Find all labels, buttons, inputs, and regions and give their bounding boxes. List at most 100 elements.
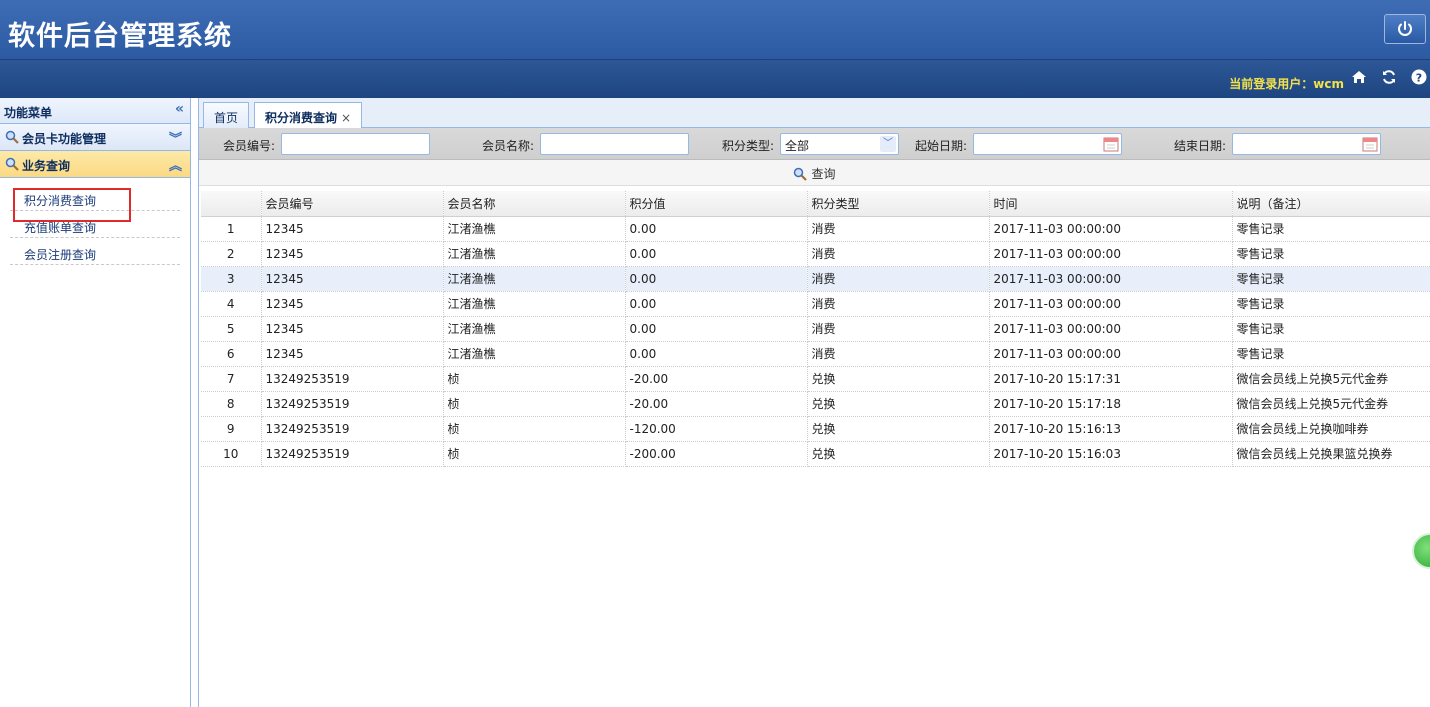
home-button[interactable] xyxy=(1350,68,1368,86)
row-number: 8 xyxy=(201,391,262,417)
start-date-label: 起始日期: xyxy=(915,139,968,153)
table-row[interactable]: 1 12345 江渚渔樵 0.00 消费 2017-11-03 00:00:00 零售记录 xyxy=(201,216,1430,242)
table-row[interactable]: 7 13249253519 桢 -20.00 兑换 2017-10-20 15:17:31… xyxy=(201,366,1430,392)
search-icon xyxy=(5,130,19,144)
sidebar: 功能菜单 « 会员卡功能管理 ︾ 业务查询 ︽ 积分消费查询 充值账单查询 会员… xyxy=(0,98,191,707)
chevron-down-icon: ﹀ xyxy=(880,136,896,152)
table-cell: 消费 xyxy=(807,341,990,367)
table-cell: 桢 xyxy=(443,441,626,467)
tab-points-consumption-query[interactable]: 积分消费查询 × xyxy=(254,102,363,129)
table-cell: 2017-10-20 15:16:03 xyxy=(989,441,1233,467)
table-cell: 2017-11-03 00:00:00 xyxy=(989,266,1233,292)
table-cell: 2017-10-20 15:17:18 xyxy=(989,391,1233,417)
row-number: 10 xyxy=(201,441,262,467)
row-number: 1 xyxy=(201,216,262,242)
table-cell: 微信会员线上兑换果篮兑换券 xyxy=(1232,441,1430,467)
sidebar-item-points-consumption-query[interactable]: 积分消费查询 xyxy=(10,184,180,222)
calendar-icon[interactable] xyxy=(1103,136,1119,152)
table-row[interactable]: 4 12345 江渚渔樵 0.00 消费 2017-11-03 00:00:00 零售记录 xyxy=(201,291,1430,317)
sidebar-item-member-registration-query[interactable]: 会员注册查询 xyxy=(10,238,180,265)
table-cell: 0.00 xyxy=(625,316,808,342)
table-cell: 零售记录 xyxy=(1232,266,1430,292)
table-cell: -20.00 xyxy=(625,391,808,417)
table-cell: -20.00 xyxy=(625,366,808,392)
column-header[interactable]: 积分类型 xyxy=(807,191,990,217)
logout-button[interactable] xyxy=(1384,14,1426,44)
tab-home[interactable]: 首页 xyxy=(203,102,250,128)
table-cell: 13249253519 xyxy=(261,441,444,467)
row-number: 7 xyxy=(201,366,262,392)
sidebar-item-recharge-bill-query[interactable]: 充值账单查询 xyxy=(10,211,180,238)
table-cell: -120.00 xyxy=(625,416,808,442)
table-cell: 0.00 xyxy=(625,266,808,292)
column-header[interactable]: 积分值 xyxy=(625,191,808,217)
row-number: 6 xyxy=(201,341,262,367)
query-button[interactable]: 查询 xyxy=(793,165,836,182)
help-button[interactable]: ? xyxy=(1410,68,1428,86)
table-row[interactable]: 9 13249253519 桢 -120.00 兑换 2017-10-20 15:16:1… xyxy=(201,416,1430,442)
end-date-input[interactable] xyxy=(1232,133,1381,155)
table-cell: 2017-11-03 00:00:00 xyxy=(989,316,1233,342)
table-cell: 零售记录 xyxy=(1232,316,1430,342)
menu-group-business-query[interactable]: 业务查询 ︽ xyxy=(0,151,190,178)
submenu-list: 积分消费查询 充值账单查询 会员注册查询 xyxy=(0,178,190,265)
collapse-sidebar-icon[interactable]: « xyxy=(175,101,184,117)
calendar-icon[interactable] xyxy=(1362,136,1378,152)
tab-bar: 首页 积分消费查询 × xyxy=(199,98,1430,129)
table-row[interactable]: 2 12345 江渚渔樵 0.00 消费 2017-11-03 00:00:00 零售记录 xyxy=(201,241,1430,267)
member-id-label: 会员编号: xyxy=(223,139,276,153)
table-cell: 消费 xyxy=(807,291,990,317)
table-row[interactable]: 3 12345 江渚渔樵 0.00 消费 2017-11-03 00:00:00 零售记录 xyxy=(201,266,1430,292)
table-cell: 0.00 xyxy=(625,291,808,317)
app-title: 软件后台管理系统 xyxy=(8,21,232,52)
menu-group-label: 业务查询 xyxy=(22,159,71,173)
table-cell: 兑换 xyxy=(807,366,990,392)
query-button-label: 查询 xyxy=(811,167,836,181)
column-header[interactable]: 说明（备注） xyxy=(1232,191,1430,217)
header-top-bar: 软件后台管理系统 xyxy=(0,0,1430,60)
chevron-up-icon: ︽ xyxy=(168,159,182,174)
table-row[interactable]: 10 13249253519 桢 -200.00 兑换 2017-10-20 15:16:… xyxy=(201,441,1430,467)
table-cell: 江渚渔樵 xyxy=(443,341,626,367)
table-cell: 13249253519 xyxy=(261,416,444,442)
search-icon xyxy=(794,167,808,181)
table-row[interactable]: 5 12345 江渚渔樵 0.00 消费 2017-11-03 00:00:00 零售记录 xyxy=(201,316,1430,342)
table-cell: 0.00 xyxy=(625,341,808,367)
member-id-input[interactable] xyxy=(281,133,430,155)
table-cell: 12345 xyxy=(261,216,444,242)
column-header[interactable]: 会员编号 xyxy=(261,191,444,217)
table-row[interactable]: 8 13249253519 桢 -20.00 兑换 2017-10-20 15:17:18… xyxy=(201,391,1430,417)
sidebar-title: 功能菜单 xyxy=(4,106,53,120)
menu-group-label: 会员卡功能管理 xyxy=(22,132,107,146)
table-cell: 12345 xyxy=(261,316,444,342)
member-name-input[interactable] xyxy=(540,133,689,155)
row-number: 3 xyxy=(201,266,262,292)
table-header-row: 会员编号 会员名称 积分值 积分类型 时间 说明（备注） xyxy=(201,191,1430,217)
table-cell: -200.00 xyxy=(625,441,808,467)
row-number: 4 xyxy=(201,291,262,317)
table-row[interactable]: 6 12345 江渚渔樵 0.00 消费 2017-11-03 00:00:00 零售记录 xyxy=(201,341,1430,367)
table-cell: 桢 xyxy=(443,416,626,442)
column-header[interactable] xyxy=(201,191,262,217)
table-cell: 零售记录 xyxy=(1232,341,1430,367)
refresh-button[interactable] xyxy=(1380,68,1398,86)
table-cell: 消费 xyxy=(807,241,990,267)
row-number: 9 xyxy=(201,416,262,442)
table-cell: 江渚渔樵 xyxy=(443,216,626,242)
points-type-select[interactable]: 全部 ﹀ xyxy=(780,133,899,155)
search-form: 会员编号: 会员名称: 积分类型: 全部 ﹀ 起始日期: 结束日期: xyxy=(199,128,1430,160)
column-header[interactable]: 会员名称 xyxy=(443,191,626,217)
table-cell: 消费 xyxy=(807,316,990,342)
table-cell: 消费 xyxy=(807,266,990,292)
table-cell: 0.00 xyxy=(625,216,808,242)
floating-widget-button[interactable] xyxy=(1412,533,1430,569)
table-cell: 微信会员线上兑换5元代金券 xyxy=(1232,391,1430,417)
table-cell: 兑换 xyxy=(807,416,990,442)
start-date-input[interactable] xyxy=(973,133,1122,155)
table-cell: 微信会员线上兑换5元代金券 xyxy=(1232,366,1430,392)
column-header[interactable]: 时间 xyxy=(989,191,1233,217)
table-cell: 零售记录 xyxy=(1232,291,1430,317)
close-tab-icon[interactable]: × xyxy=(341,111,351,125)
menu-group-membership[interactable]: 会员卡功能管理 ︾ xyxy=(0,124,190,151)
table-cell: 12345 xyxy=(261,241,444,267)
